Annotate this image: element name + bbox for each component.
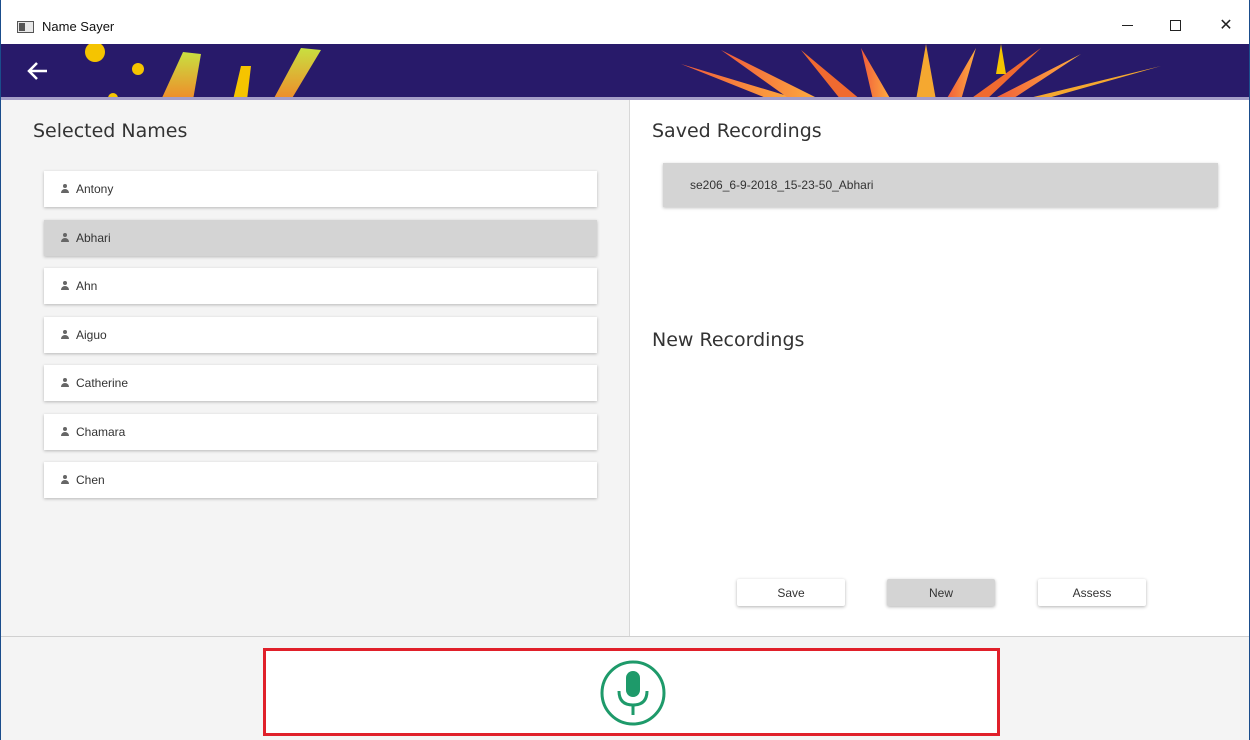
assess-button[interactable]: Assess bbox=[1038, 579, 1146, 606]
name-label: Ahn bbox=[76, 279, 98, 293]
window-title: Name Sayer bbox=[42, 19, 115, 34]
maximize-icon bbox=[1169, 19, 1181, 31]
person-icon bbox=[60, 281, 70, 291]
title-bar: Name Sayer ✕ bbox=[1, 0, 1249, 44]
app-window: Name Sayer ✕ Selected Names Antony Abhar… bbox=[0, 0, 1250, 740]
name-label: Catherine bbox=[76, 376, 129, 390]
close-button[interactable]: ✕ bbox=[1206, 10, 1246, 40]
name-label: Chen bbox=[76, 473, 105, 487]
minimize-button[interactable] bbox=[1107, 10, 1147, 40]
name-label: Aiguo bbox=[76, 327, 107, 342]
close-icon: ✕ bbox=[1219, 17, 1233, 34]
person-icon bbox=[60, 184, 70, 194]
save-button[interactable]: Save bbox=[737, 579, 845, 606]
new-button[interactable]: New bbox=[887, 579, 995, 606]
saved-recordings-title: Saved Recordings bbox=[652, 120, 822, 142]
header-banner bbox=[1, 44, 1249, 100]
name-list-item[interactable]: Chen bbox=[44, 462, 597, 498]
name-list: Antony Abhari Ahn Aiguo Catherine Chamar… bbox=[44, 171, 597, 511]
name-list-item[interactable]: Chamara bbox=[44, 413, 597, 450]
microphone-icon[interactable] bbox=[599, 659, 667, 727]
name-list-item[interactable]: Aiguo bbox=[44, 316, 597, 353]
selected-names-title: Selected Names bbox=[33, 120, 188, 142]
back-arrow-icon[interactable] bbox=[23, 56, 53, 86]
person-icon bbox=[60, 232, 70, 243]
person-icon bbox=[60, 329, 70, 340]
name-list-item[interactable]: Ahn bbox=[44, 268, 597, 304]
name-label: Chamara bbox=[76, 424, 126, 439]
saved-recording-item[interactable]: se206_6-9-2018_15-23-50_Abhari bbox=[663, 163, 1218, 207]
maximize-button[interactable] bbox=[1155, 10, 1195, 40]
app-icon bbox=[17, 21, 34, 33]
name-list-item[interactable]: Antony bbox=[44, 171, 597, 207]
record-area bbox=[263, 648, 1000, 736]
minimize-icon bbox=[1121, 24, 1133, 26]
name-label: Antony bbox=[76, 182, 114, 196]
person-icon bbox=[60, 378, 70, 388]
name-list-item[interactable]: Abhari bbox=[44, 219, 597, 256]
banner-decoration bbox=[85, 44, 1161, 100]
name-list-item[interactable]: Catherine bbox=[44, 365, 597, 401]
name-label: Abhari bbox=[76, 230, 111, 245]
new-recordings-title: New Recordings bbox=[652, 329, 805, 351]
person-icon bbox=[60, 475, 70, 485]
person-icon bbox=[60, 426, 70, 437]
